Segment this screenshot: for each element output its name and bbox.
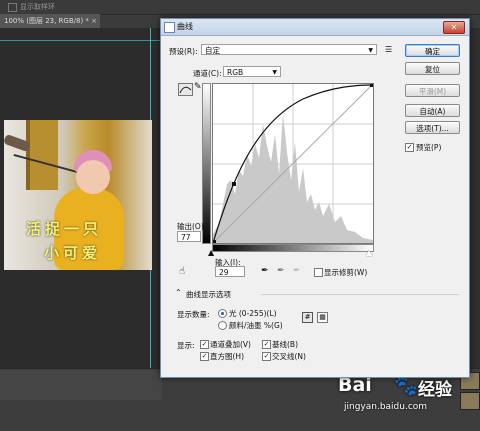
intersection-checkbox[interactable]: ✓ — [262, 352, 271, 361]
show-amount-label: 显示数量: — [177, 310, 210, 319]
photo-door — [26, 120, 58, 190]
timeline-strip — [0, 370, 162, 400]
show-clipping-checkbox[interactable] — [314, 268, 323, 277]
preview-label: 预览(P) — [416, 143, 442, 152]
channel-value: RGB — [227, 68, 244, 77]
preview-checkbox[interactable]: ✓ — [405, 143, 414, 152]
dialog-title: 曲线 — [177, 22, 193, 31]
sample-ring-label: 显示取样环 — [20, 3, 55, 11]
white-eyedropper-icon[interactable]: ✒ — [293, 266, 301, 276]
input-gradient-bar — [212, 244, 374, 252]
document-tab-title: 100% (图层 23, RGB/8) * — [4, 17, 89, 25]
dialog-titlebar[interactable]: 曲线 ✕ — [161, 19, 469, 36]
light-label: 光 (0-255)(L) — [229, 309, 277, 318]
curve-options-label: 曲线显示选项 — [186, 290, 231, 299]
on-image-adjust-icon[interactable]: ☝ — [179, 266, 185, 277]
baseline-label: 基线(B) — [272, 340, 298, 349]
ok-button[interactable]: 确定 — [405, 44, 460, 57]
gray-eyedropper-icon[interactable]: ✒ — [277, 266, 285, 276]
show-label: 显示: — [177, 341, 195, 350]
close-button[interactable]: ✕ — [443, 21, 465, 34]
pigment-label: 颜料/油墨 %(G) — [229, 321, 283, 330]
watermark-suffix: 经验 — [418, 380, 452, 400]
channel-overlay-checkbox[interactable]: ✓ — [200, 340, 209, 349]
preset-value: 自定 — [205, 46, 220, 55]
pigment-radio[interactable] — [218, 321, 227, 330]
channel-select[interactable]: RGB ▼ — [223, 66, 281, 77]
options-button[interactable]: 选项(T)... — [405, 121, 460, 134]
curves-dialog: 曲线 ✕ 预设(R): 自定 ▼ ☰ 确定 复位 平滑(M) 自动(A) 选项(… — [160, 18, 470, 378]
watermark-url: jingyan.baidu.com — [344, 402, 428, 412]
curve-graph[interactable] — [212, 83, 374, 244]
output-field[interactable]: 77 — [177, 231, 201, 242]
auto-button[interactable]: 自动(A) — [405, 104, 460, 117]
horizontal-guide — [0, 40, 162, 41]
app-icon — [164, 22, 175, 33]
chevron-down-icon: ▼ — [368, 47, 373, 54]
black-slider-icon[interactable]: ▲ — [208, 248, 214, 257]
curve-control-point[interactable] — [232, 182, 236, 186]
chevron-down-icon: ▼ — [272, 69, 277, 76]
photo-child-head — [76, 160, 110, 194]
histogram-label: 直方图(H) — [210, 352, 244, 361]
preset-select[interactable]: 自定 ▼ — [201, 44, 377, 55]
curve-endpoint[interactable] — [213, 240, 216, 243]
grid-4x4-icon[interactable]: # — [302, 312, 313, 323]
reset-button[interactable]: 复位 — [405, 62, 460, 75]
options-bar: 显示取样环 — [0, 0, 480, 15]
curve-endpoint[interactable] — [370, 84, 373, 87]
baseline-checkbox[interactable]: ✓ — [262, 340, 271, 349]
document-tab[interactable]: 100% (图层 23, RGB/8) * × — [0, 14, 100, 28]
divider — [261, 294, 459, 295]
layer-thumbnail[interactable] — [460, 392, 480, 410]
light-radio[interactable] — [218, 309, 227, 318]
white-slider-icon[interactable]: ▲ — [366, 248, 372, 257]
sample-ring-checkbox[interactable] — [8, 3, 17, 12]
preset-label: 预设(R): — [169, 47, 198, 56]
intersection-label: 交叉线(N) — [272, 352, 306, 361]
close-icon[interactable]: × — [91, 14, 97, 28]
channel-label: 通道(C): — [193, 69, 222, 78]
chevron-up-icon[interactable]: ⌃ — [175, 288, 182, 297]
preset-menu-icon[interactable]: ☰ — [385, 45, 392, 54]
input-field[interactable]: 29 — [215, 266, 245, 277]
canvas-photo: 活捉一只 小可爱 — [4, 120, 152, 270]
show-clipping-label: 显示修剪(W) — [324, 268, 368, 277]
output-gradient-bar — [202, 83, 211, 244]
grid-10x10-icon[interactable]: ▦ — [317, 312, 328, 323]
channel-overlay-label: 通道叠加(V) — [210, 340, 251, 349]
curve-graph-svg — [212, 83, 374, 244]
histogram-checkbox[interactable]: ✓ — [200, 352, 209, 361]
baidu-watermark: Bai 🐾 经验 jingyan.baidu.com — [338, 372, 458, 420]
black-eyedropper-icon[interactable]: ✒ — [261, 266, 269, 276]
photo-caption-line1: 活捉一只 — [26, 220, 103, 238]
curve-point-tool-icon[interactable] — [178, 83, 193, 96]
smooth-button[interactable]: 平滑(M) — [405, 84, 460, 97]
photo-caption-line2: 小可爱 — [44, 244, 102, 262]
pencil-icon[interactable]: ✎ — [194, 82, 202, 92]
